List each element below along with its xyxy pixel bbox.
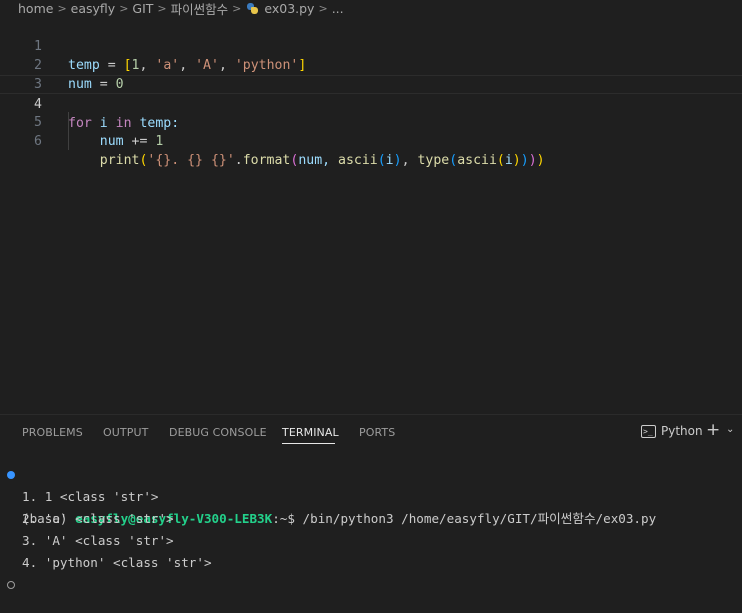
- chevron-right-icon: >: [119, 1, 129, 15]
- code-line-3[interactable]: 3: [0, 56, 742, 92]
- code-line-6[interactable]: 6 print('{}. {} {}'.format(num, ascii(i)…: [0, 113, 742, 168]
- breadcrumb-item-git[interactable]: GIT: [132, 1, 153, 16]
- chevron-right-icon: >: [57, 1, 67, 15]
- chevron-right-icon: >: [318, 1, 328, 15]
- breadcrumb-item-easyfly[interactable]: easyfly: [71, 1, 116, 16]
- code-line-1[interactable]: 1 temp = [1, 'a', 'A', 'python']: [0, 18, 742, 73]
- panel-tab-bar: PROBLEMS OUTPUT DEBUG CONSOLE TERMINAL P…: [0, 415, 742, 453]
- chevron-right-icon: >: [157, 1, 167, 15]
- chevron-right-icon: >: [232, 1, 242, 15]
- terminal-selector[interactable]: >_ Python: [641, 424, 703, 438]
- line-number: 6: [34, 134, 42, 149]
- python-file-icon: [247, 2, 259, 14]
- command-status-dot-icon[interactable]: [7, 471, 15, 479]
- breadcrumb-item-folder[interactable]: 파이썬함수: [171, 0, 229, 18]
- breadcrumb-item-home[interactable]: home: [18, 1, 53, 16]
- code-line-4[interactable]: 4 for i in temp:: [0, 75, 742, 131]
- tab-ports[interactable]: PORTS: [359, 426, 395, 439]
- breadcrumb-item-file[interactable]: ex03.py: [264, 1, 314, 16]
- chevron-down-icon[interactable]: ⌄: [726, 424, 734, 435]
- terminal-icon: >_: [641, 424, 656, 438]
- breadcrumb-ellipsis[interactable]: ...: [332, 1, 344, 16]
- new-terminal-plus-icon[interactable]: +: [706, 420, 720, 440]
- tab-problems[interactable]: PROBLEMS: [22, 426, 83, 439]
- code-line-2[interactable]: 2 num = 0: [0, 37, 742, 92]
- active-tab-indicator: [282, 443, 335, 444]
- code-editor[interactable]: 1 temp = [1, 'a', 'A', 'python'] 2 num =…: [0, 18, 742, 414]
- tab-output[interactable]: OUTPUT: [103, 426, 148, 439]
- tab-debug-console[interactable]: DEBUG CONSOLE: [169, 426, 267, 439]
- command-status-dot-icon[interactable]: [7, 581, 15, 589]
- breadcrumb: home > easyfly > GIT > 파이썬함수 > ex03.py >…: [0, 0, 742, 18]
- terminal-command-line: (base) easyfly@easyfly-V300-LEB3K:~$ /bi…: [0, 464, 656, 526]
- tab-terminal[interactable]: TERMINAL: [282, 426, 339, 439]
- terminal-name: Python: [661, 424, 703, 438]
- terminal-prompt-line: (base) easyfly@easyfly-V300-LEB3K:~$: [0, 574, 30, 596]
- code-line-5[interactable]: 5 num += 1: [0, 94, 742, 149]
